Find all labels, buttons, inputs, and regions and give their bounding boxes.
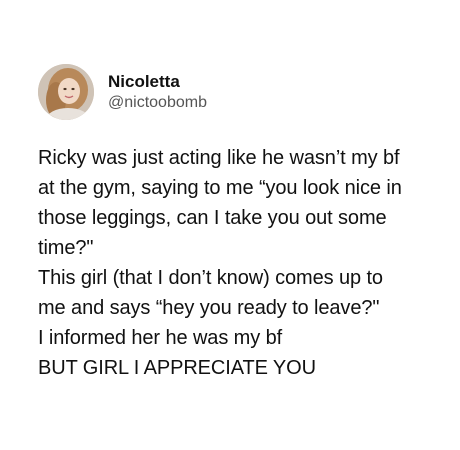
tweet-text-line: those leggings, can I take you out some [38,207,387,229]
tweet-text-line: I informed her he was my bf [38,327,283,349]
author-identity: Nicoletta @nictoobomb [108,72,207,113]
author-display-name[interactable]: Nicoletta [108,72,207,92]
tweet-text-line: This girl (that I don’t know) comes up t… [38,267,383,289]
profile-photo-avatar-icon [38,64,94,120]
tweet-header: Nicoletta @nictoobomb [38,64,207,120]
tweet-text-line: Ricky was just acting like he wasn’t my … [38,147,400,169]
tweet-text-line: at the gym, saying to me “you look nice … [38,177,402,199]
tweet-card: Nicoletta @nictoobomb Ricky was just act… [0,0,460,450]
avatar[interactable] [38,64,94,120]
tweet-text-line: me and says “hey you ready to leave?" [38,297,380,319]
tweet-text: Ricky was just acting like he wasn’t my … [38,143,448,383]
tweet-text-line: time?" [38,237,94,259]
tweet-text-line: BUT GIRL I APPRECIATE YOU [38,357,316,379]
author-handle[interactable]: @nictoobomb [108,93,207,113]
